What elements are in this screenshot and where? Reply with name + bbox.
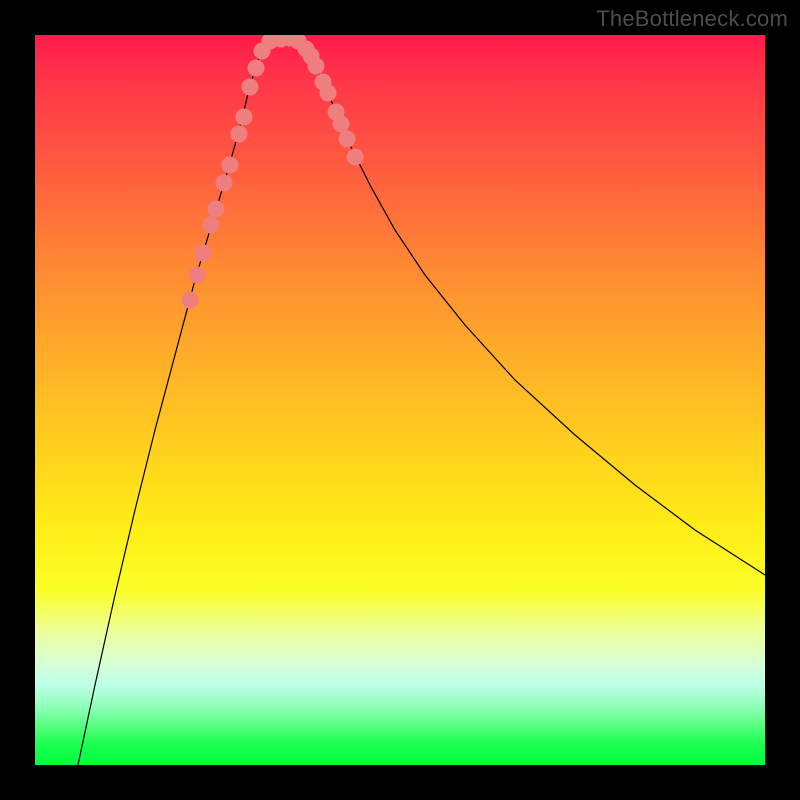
sample-dot	[216, 175, 233, 192]
sample-dot	[189, 267, 206, 284]
watermark-text: TheBottleneck.com	[596, 6, 788, 32]
sample-dot	[195, 245, 212, 262]
sample-dot	[231, 126, 248, 143]
sample-dot	[222, 157, 239, 174]
plot-area	[35, 35, 765, 765]
sample-dot	[339, 131, 356, 148]
chart-frame: TheBottleneck.com	[0, 0, 800, 800]
sample-dot	[308, 58, 325, 75]
sample-dot	[320, 85, 337, 102]
sample-dot	[236, 109, 253, 126]
sample-dot	[182, 292, 199, 309]
sample-dot	[242, 79, 259, 96]
sample-dot	[203, 217, 220, 234]
curve-svg	[35, 35, 765, 765]
sample-dot	[248, 60, 265, 77]
sample-dot	[208, 201, 225, 218]
sample-dot	[333, 116, 350, 133]
sample-dots-group	[182, 35, 364, 309]
bottleneck-curve	[78, 37, 765, 765]
sample-dot	[347, 149, 364, 166]
